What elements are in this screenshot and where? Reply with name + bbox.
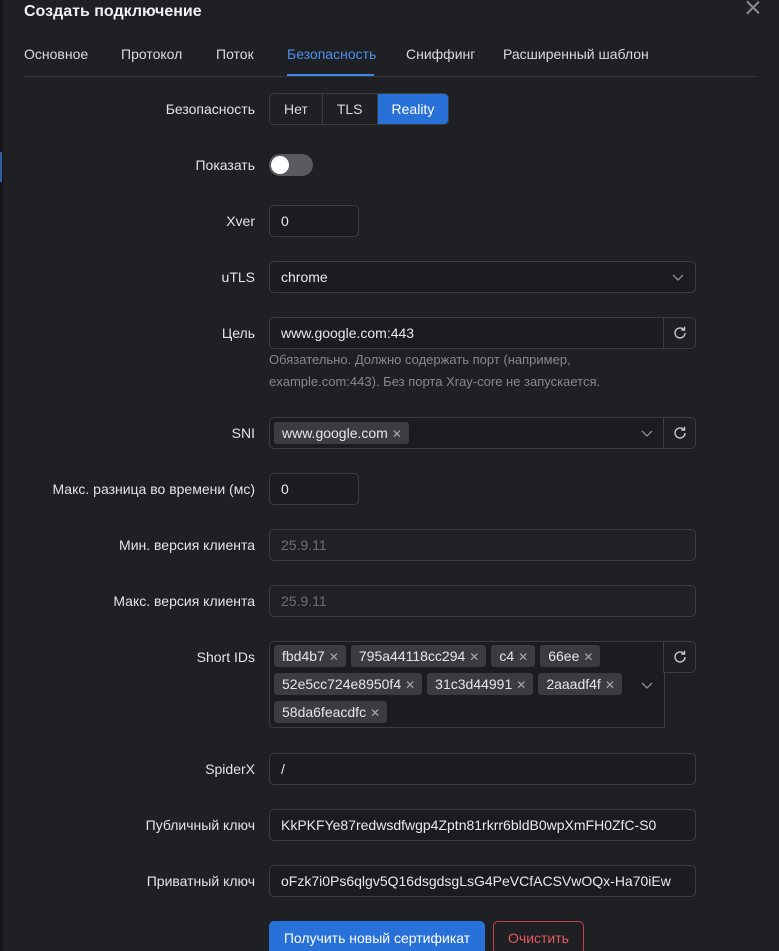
min-client-version-label: Мин. версия клиента xyxy=(119,537,255,553)
close-small-icon[interactable]: ✕ xyxy=(583,646,593,668)
sni-label: SNI xyxy=(231,425,255,441)
security-option-none[interactable]: Нет xyxy=(270,94,323,124)
close-small-icon[interactable]: ✕ xyxy=(605,674,615,696)
close-small-icon[interactable]: ✕ xyxy=(469,646,479,668)
target-hint-line1: Обязательно. Должно содержать порт (напр… xyxy=(269,352,571,367)
chevron-down-icon xyxy=(672,274,684,281)
private-key-input[interactable]: oFzk7i0Ps6qlgv5Q16dsgdsgLsG4PeVCfACSVwOQ… xyxy=(269,865,696,897)
show-toggle[interactable] xyxy=(269,154,313,176)
backdrop-marker xyxy=(0,152,2,182)
utls-label: uTLS xyxy=(221,269,255,285)
short-id-label: 52e5cc724e8950f4 xyxy=(282,676,402,692)
refresh-icon xyxy=(673,426,686,439)
short-id-label: 795a44118cc294 xyxy=(358,648,466,664)
short-ids-select[interactable]: fbd4b7 ✕ 795a44118cc294 ✕ c4 ✕ 66ee ✕ 52e5cc724… xyxy=(269,641,665,728)
active-tab-indicator xyxy=(287,74,374,76)
modal-title: Создать подключение xyxy=(24,3,202,20)
show-label: Показать xyxy=(195,157,255,173)
security-option-reality[interactable]: Reality xyxy=(377,94,449,124)
close-small-icon[interactable]: ✕ xyxy=(516,674,526,696)
security-label: Безопасность xyxy=(165,101,255,117)
close-small-icon[interactable]: ✕ xyxy=(392,423,402,445)
short-id-tag: 52e5cc724e8950f4 ✕ xyxy=(274,673,423,696)
short-id-tag: 66ee ✕ xyxy=(540,645,601,668)
refresh-icon xyxy=(673,650,686,663)
sni-select[interactable]: www.google.com ✕ xyxy=(269,417,664,449)
sni-refresh-button[interactable] xyxy=(663,417,696,449)
tab-bar: Основное Протокол Поток Безопасность Сни… xyxy=(24,36,757,77)
target-input[interactable]: www.google.com:443 xyxy=(269,317,664,349)
short-id-tag: c4 ✕ xyxy=(491,645,536,668)
target-label: Цель xyxy=(221,325,255,341)
sni-tag: www.google.com ✕ xyxy=(274,422,409,444)
clear-button[interactable]: Очистить xyxy=(493,921,584,951)
toggle-knob xyxy=(271,156,289,174)
min-client-version-input[interactable]: 25.9.11 xyxy=(269,529,696,561)
short-id-label: c4 xyxy=(499,648,515,664)
spiderx-label: SpiderX xyxy=(205,761,255,777)
short-id-label: 2aaadf4f xyxy=(546,676,601,692)
tab-basic[interactable]: Основное xyxy=(24,46,88,62)
short-id-tag: 795a44118cc294 ✕ xyxy=(350,645,487,668)
short-id-label: 58da6feacdfc xyxy=(282,704,367,720)
private-key-label: Приватный ключ xyxy=(146,873,255,889)
xver-input[interactable]: 0 xyxy=(269,205,359,237)
chevron-down-icon xyxy=(641,430,653,437)
short-id-tag: 2aaadf4f ✕ xyxy=(538,673,622,695)
close-small-icon[interactable]: ✕ xyxy=(329,646,339,668)
xver-label: Xver xyxy=(226,213,255,229)
get-new-certificate-button[interactable]: Получить новый сертификат xyxy=(269,921,485,951)
security-option-tls[interactable]: TLS xyxy=(322,94,378,124)
max-time-diff-input[interactable]: 0 xyxy=(269,473,359,505)
chevron-down-icon xyxy=(641,682,653,689)
short-id-label: 66ee xyxy=(548,648,580,664)
short-ids-refresh-button[interactable] xyxy=(663,641,696,673)
utls-select[interactable]: chrome xyxy=(269,261,696,293)
tab-sniffing[interactable]: Сниффинг xyxy=(406,46,475,62)
close-small-icon[interactable]: ✕ xyxy=(405,674,415,696)
tab-stream[interactable]: Поток xyxy=(216,46,254,62)
close-icon[interactable] xyxy=(744,0,762,16)
short-ids-row: fbd4b7 ✕ 795a44118cc294 ✕ c4 ✕ 66ee ✕ xyxy=(274,645,660,673)
max-client-version-label: Макс. версия клиента xyxy=(113,593,255,609)
short-id-label: fbd4b7 xyxy=(282,648,325,664)
sni-tag-label: www.google.com xyxy=(282,425,388,441)
tab-security[interactable]: Безопасность xyxy=(287,46,376,62)
short-id-tag: 31c3d44991 ✕ xyxy=(427,673,534,696)
tab-advanced-template[interactable]: Расширенный шаблон xyxy=(503,46,649,62)
left-backdrop-strip xyxy=(0,0,3,951)
short-id-label: 31c3d44991 xyxy=(435,676,513,692)
tab-protocol[interactable]: Протокол xyxy=(121,46,182,62)
security-selector: Нет TLS Reality xyxy=(269,93,450,125)
short-ids-row: 58da6feacdfc ✕ xyxy=(274,701,660,727)
max-time-diff-label: Макс. разница во времени (мс) xyxy=(52,481,255,497)
create-connection-modal: Создать подключение Основное Протокол По… xyxy=(0,0,779,951)
close-small-icon[interactable]: ✕ xyxy=(518,646,528,668)
short-ids-label: Short IDs xyxy=(196,649,255,665)
short-ids-row: 52e5cc724e8950f4 ✕ 31c3d44991 ✕ 2aaadf4f ✕ xyxy=(274,673,660,701)
target-refresh-button[interactable] xyxy=(663,317,696,349)
public-key-input[interactable]: KkPKFYe87redwsdfwgp4Zptn81rkrr6bldB0wpXm… xyxy=(269,809,696,841)
target-hint-line2: example.com:443). Без порта Xray-core не… xyxy=(269,374,601,389)
spiderx-input[interactable]: / xyxy=(269,753,696,785)
public-key-label: Публичный ключ xyxy=(145,817,255,833)
refresh-icon xyxy=(673,326,686,339)
short-id-tag: 58da6feacdfc ✕ xyxy=(274,701,388,724)
max-client-version-input[interactable]: 25.9.11 xyxy=(269,585,696,617)
close-small-icon[interactable]: ✕ xyxy=(370,702,380,724)
short-id-tag: fbd4b7 ✕ xyxy=(274,645,346,667)
